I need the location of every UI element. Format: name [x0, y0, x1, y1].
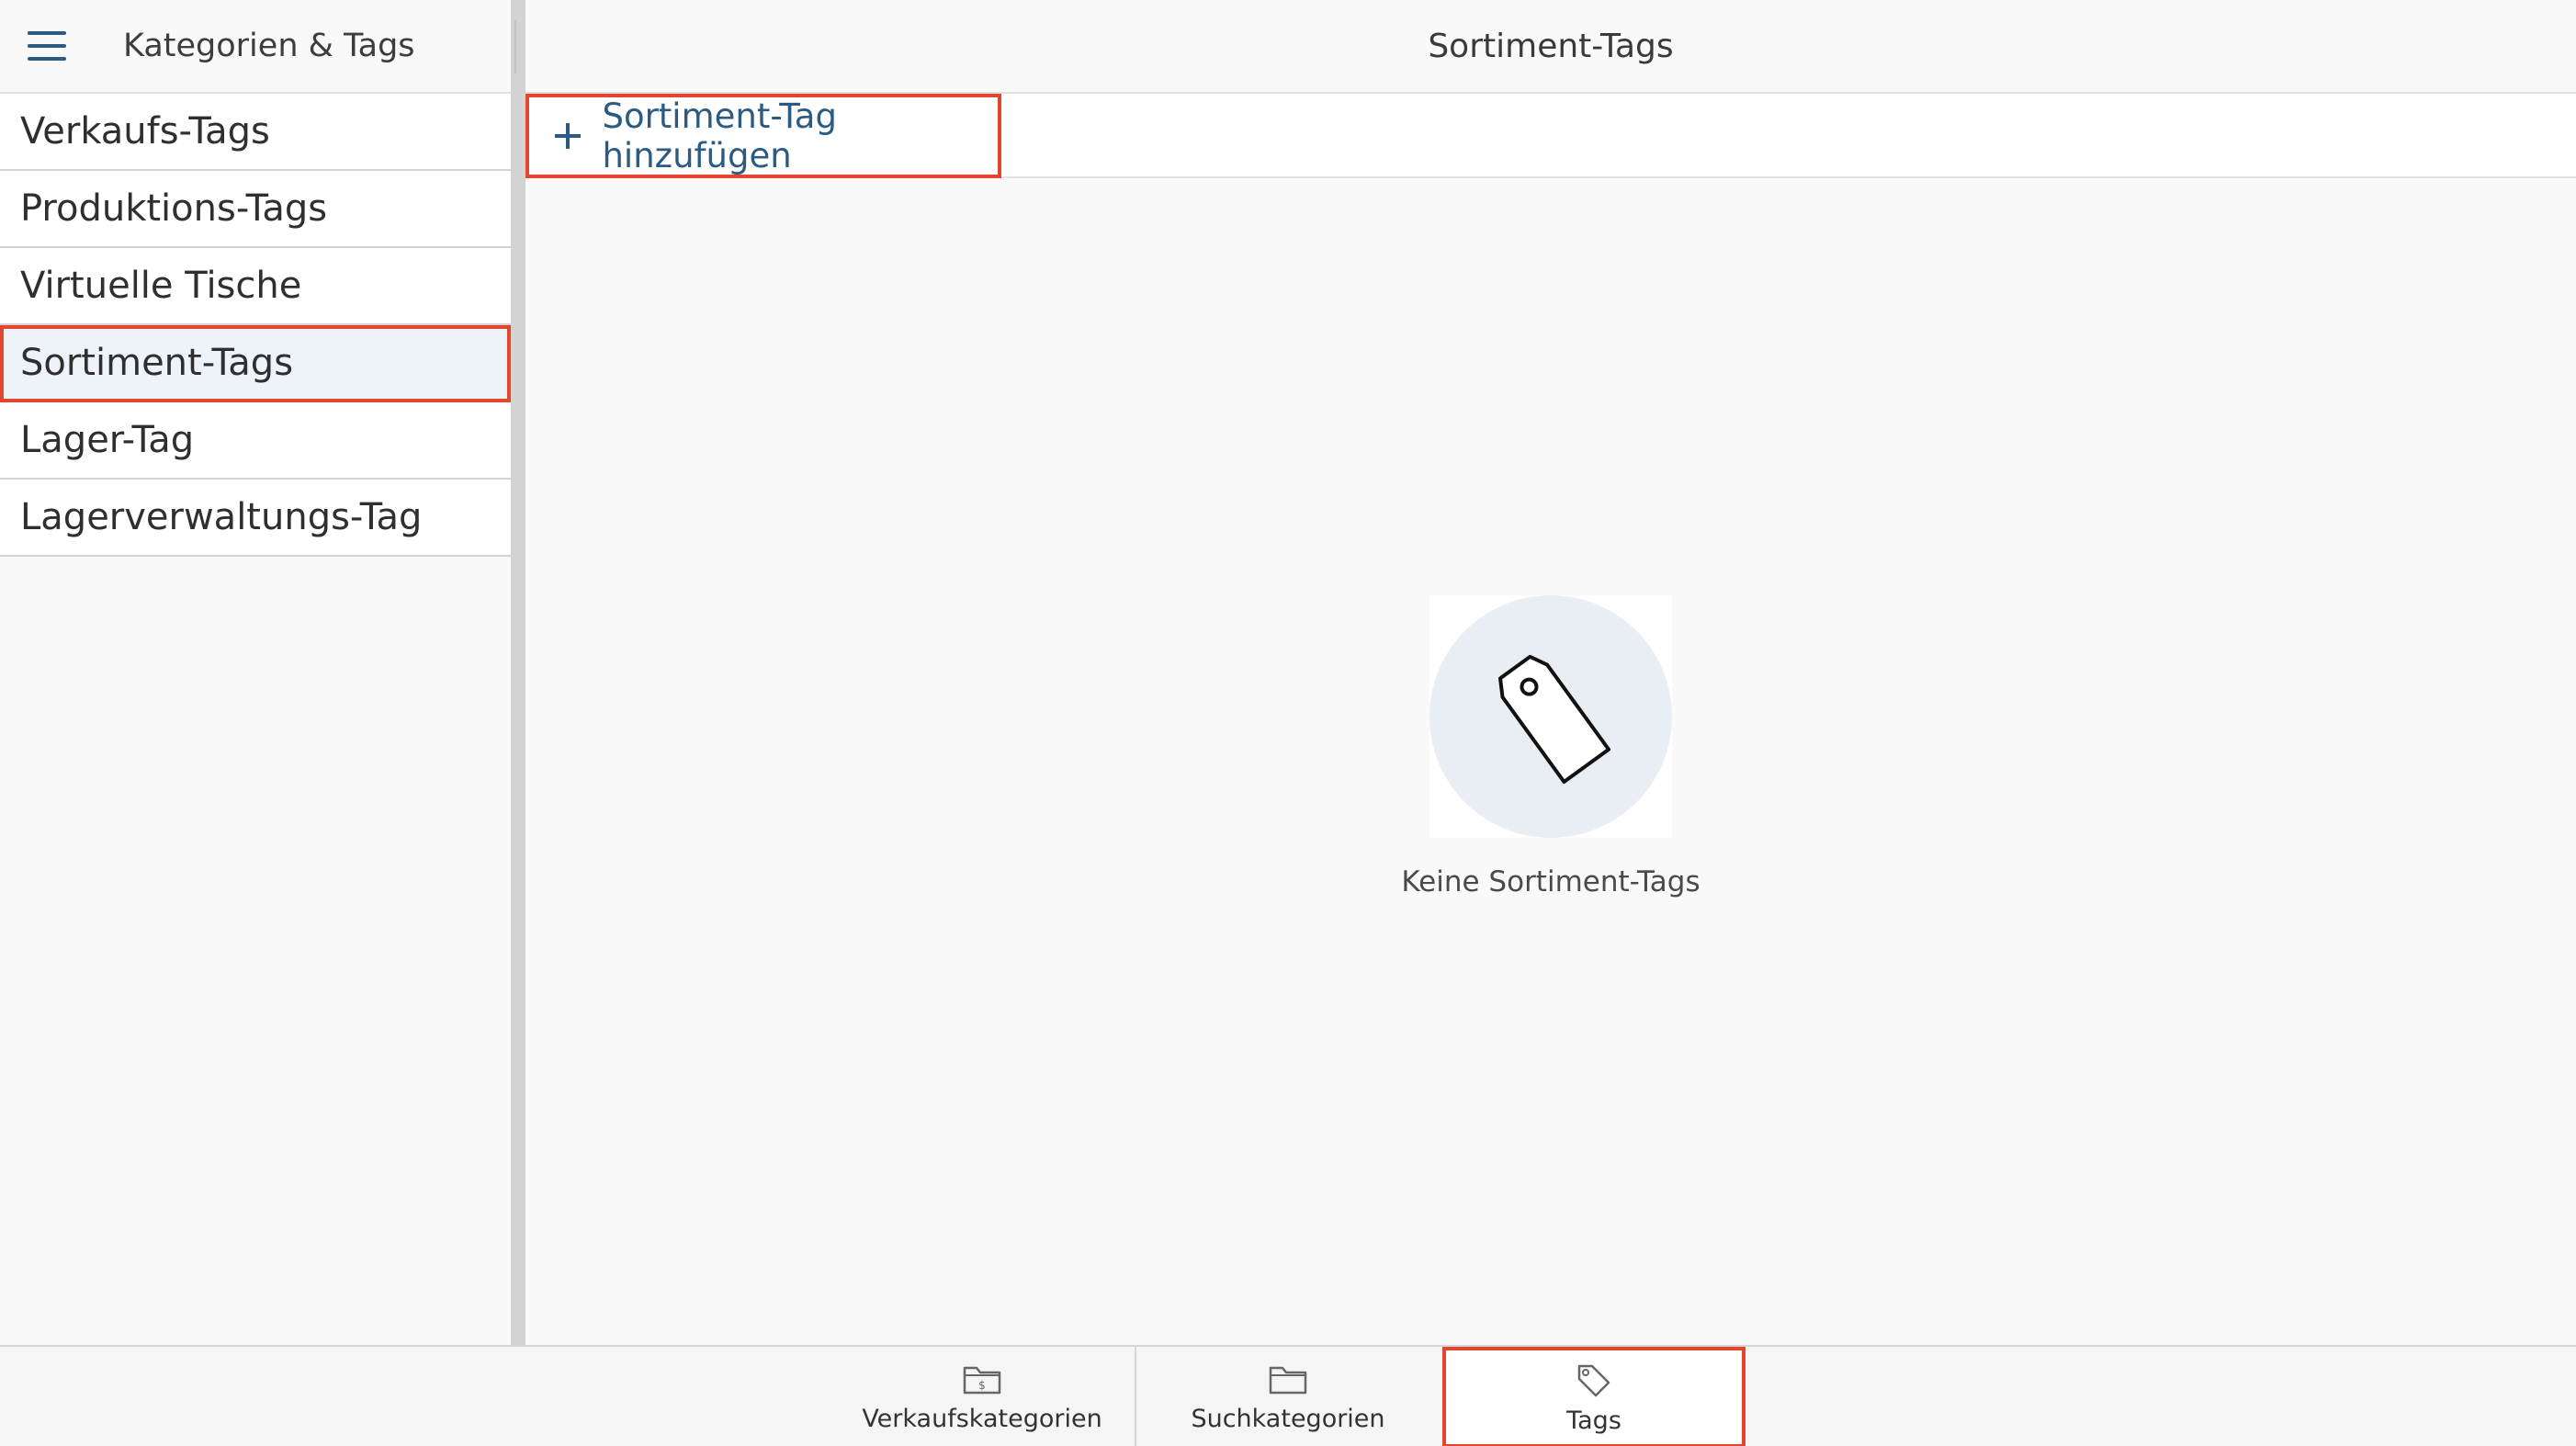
folder-icon [1269, 1366, 1307, 1394]
tab-tags[interactable]: Tags [1442, 1347, 1746, 1446]
empty-state-icon-frame [1429, 595, 1672, 838]
bottom-tab-bar: $ Verkaufskategorien Suchkategorien Tags [0, 1345, 2576, 1446]
empty-state: Keine Sortiment-Tags [525, 595, 2576, 898]
plus-icon [555, 123, 582, 149]
app-window: Kategorien & Tags Verkaufs-Tags Produkti… [0, 0, 2576, 1446]
sidebar-item-lagerverwaltungs-tag[interactable]: Lagerverwaltungs-Tag [0, 480, 511, 557]
empty-state-text: Keine Sortiment-Tags [1401, 865, 1700, 898]
sidebar: Kategorien & Tags Verkaufs-Tags Produkti… [0, 0, 511, 1345]
sidebar-item-sortiment-tags[interactable]: Sortiment-Tags [0, 325, 511, 402]
add-sortiment-tag-button[interactable]: Sortiment-Tag hinzufügen [525, 94, 1001, 178]
add-button-label: Sortiment-Tag hinzufügen [602, 96, 837, 175]
price-tag-icon [1498, 654, 1611, 785]
sidebar-item-virtuelle-tische[interactable]: Virtuelle Tische [0, 248, 511, 325]
tag-icon [1577, 1364, 1610, 1396]
toolbar: Sortiment-Tag hinzufügen [525, 94, 2576, 178]
sidebar-title: Kategorien & Tags [123, 28, 415, 64]
folder-dollar-icon: $ [963, 1366, 1001, 1394]
main-panel: Sortiment-Tags Sortiment-Tag hinzufügen [525, 0, 2576, 1345]
panel-splitter[interactable] [511, 0, 525, 1345]
sidebar-nav: Verkaufs-Tags Produktions-Tags Virtuelle… [0, 94, 511, 557]
svg-text:$: $ [978, 1379, 986, 1392]
tab-label: Verkaufskategorien [862, 1404, 1102, 1433]
sidebar-item-produktions-tags[interactable]: Produktions-Tags [0, 171, 511, 248]
sidebar-item-lager-tag[interactable]: Lager-Tag [0, 402, 511, 480]
tab-label: Tags [1566, 1406, 1621, 1435]
sidebar-header: Kategorien & Tags [0, 0, 511, 94]
empty-state-circle [1429, 595, 1672, 838]
sidebar-item-verkaufs-tags[interactable]: Verkaufs-Tags [0, 94, 511, 171]
tab-verkaufskategorien[interactable]: $ Verkaufskategorien [830, 1347, 1134, 1446]
tab-label: Suchkategorien [1191, 1404, 1385, 1433]
hamburger-menu-icon[interactable] [28, 31, 66, 61]
page-title: Sortiment-Tags [525, 0, 2576, 94]
tab-suchkategorien[interactable]: Suchkategorien [1136, 1347, 1440, 1446]
